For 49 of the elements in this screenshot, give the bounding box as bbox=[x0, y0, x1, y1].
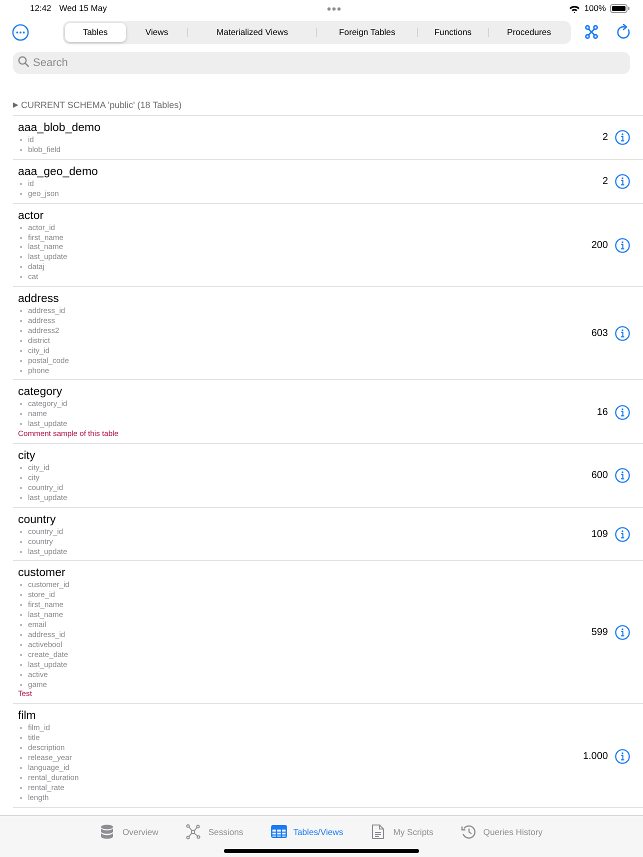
row-count: 603 bbox=[591, 327, 608, 342]
table-name[interactable]: category bbox=[18, 385, 597, 400]
segment-tab[interactable]: Views bbox=[126, 22, 188, 42]
search-field[interactable]: Search bbox=[13, 52, 630, 74]
segment-tab[interactable]: Tables bbox=[65, 22, 126, 42]
row-count: 1.000 bbox=[582, 750, 608, 764]
tab-bar-item[interactable]: Tables/Views bbox=[271, 824, 344, 842]
schema-header: CURRENT SCHEMA 'public' (18 Tables) bbox=[21, 99, 182, 112]
table-name[interactable]: country bbox=[18, 512, 592, 527]
network-icon bbox=[186, 824, 202, 840]
multitask-icon bbox=[326, 6, 341, 10]
status-date: Wed 15 May bbox=[59, 2, 107, 15]
schema-graph-icon[interactable] bbox=[585, 25, 598, 39]
table-name[interactable]: aaa_blob_demo bbox=[18, 121, 602, 135]
table-name[interactable]: city bbox=[18, 449, 592, 464]
info-icon[interactable] bbox=[615, 748, 630, 764]
battery-icon bbox=[610, 4, 630, 13]
table-name[interactable]: address bbox=[18, 292, 592, 306]
info-icon[interactable] bbox=[615, 326, 630, 342]
segment-tab[interactable]: Functions bbox=[418, 22, 488, 42]
battery-percent: 100% bbox=[584, 2, 606, 15]
more-icon[interactable] bbox=[12, 24, 29, 40]
refresh-icon[interactable] bbox=[616, 24, 631, 40]
info-icon[interactable] bbox=[615, 527, 630, 542]
history-icon bbox=[461, 824, 478, 840]
info-icon[interactable] bbox=[615, 238, 630, 253]
segment-tab[interactable]: Materialized Views bbox=[188, 22, 316, 42]
info-icon[interactable] bbox=[615, 130, 630, 146]
segment-tab[interactable]: Procedures bbox=[489, 22, 569, 42]
row-count: 599 bbox=[591, 626, 608, 640]
row-count: 2 bbox=[602, 131, 608, 146]
row-count: 600 bbox=[591, 469, 608, 484]
info-icon[interactable] bbox=[615, 174, 630, 190]
segment-tab[interactable]: Foreign Tables bbox=[317, 22, 417, 42]
row-count: 16 bbox=[596, 406, 608, 420]
search-icon bbox=[18, 56, 29, 66]
table-name[interactable]: actor bbox=[18, 208, 592, 223]
row-count: 200 bbox=[591, 238, 608, 253]
wifi-icon bbox=[569, 4, 580, 12]
status-time: 12:42 bbox=[30, 2, 52, 15]
row-count: 109 bbox=[591, 528, 608, 542]
info-icon[interactable] bbox=[615, 404, 630, 420]
table-grid-icon bbox=[271, 824, 288, 840]
table-name[interactable]: film bbox=[18, 709, 583, 724]
table-name[interactable]: customer bbox=[18, 566, 592, 580]
info-icon[interactable] bbox=[615, 625, 630, 640]
info-icon[interactable] bbox=[615, 468, 630, 484]
row-count: 2 bbox=[602, 175, 608, 190]
table-name[interactable]: aaa_geo_demo bbox=[18, 164, 602, 179]
